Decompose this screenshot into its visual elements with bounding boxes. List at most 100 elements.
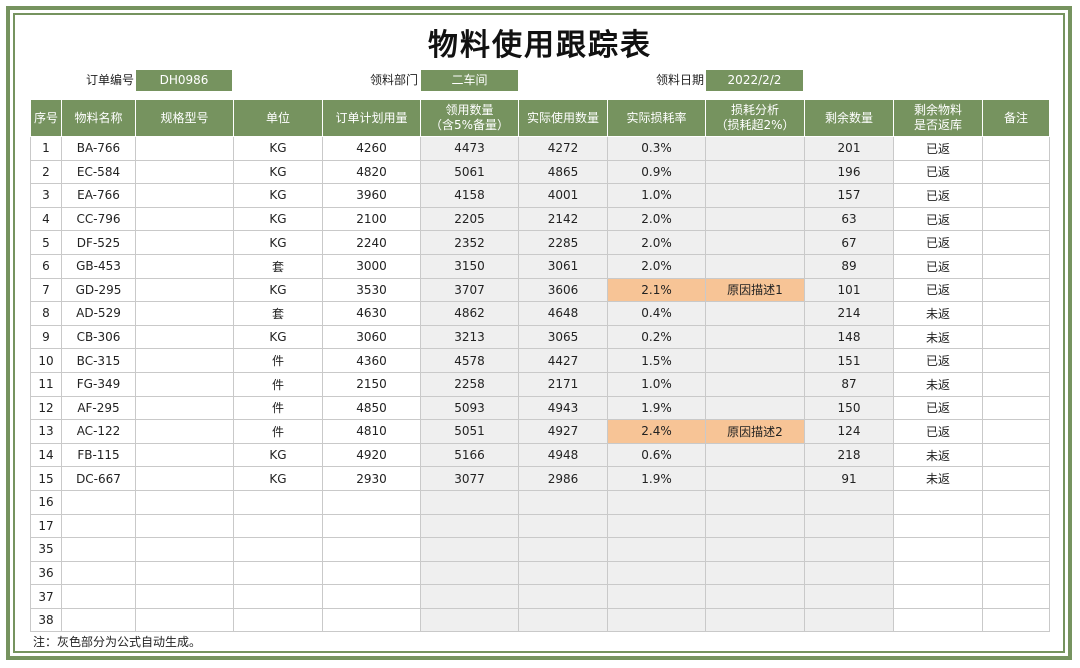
cell-name[interactable] — [61, 537, 136, 562]
cell-no[interactable]: 4 — [30, 206, 62, 232]
cell-returned[interactable]: 已返 — [893, 136, 983, 161]
cell-plan[interactable]: 2100 — [322, 206, 421, 232]
cell-unit[interactable] — [233, 560, 323, 586]
cell-issued[interactable]: 5061 — [420, 159, 519, 185]
cell-remain[interactable]: 91 — [804, 466, 894, 491]
cell-spec[interactable] — [135, 277, 234, 303]
cell-plan[interactable] — [322, 560, 421, 586]
cell-name[interactable] — [61, 513, 136, 539]
cell-remark[interactable] — [982, 206, 1050, 232]
cell-no[interactable]: 35 — [30, 537, 62, 562]
cell-remark[interactable] — [982, 348, 1050, 373]
cell-loss[interactable] — [607, 607, 706, 633]
cell-unit[interactable] — [233, 489, 323, 515]
cell-returned[interactable] — [893, 607, 983, 633]
cell-remain[interactable] — [804, 537, 894, 562]
cell-loss[interactable]: 0.9% — [607, 159, 706, 185]
cell-analysis[interactable] — [705, 136, 805, 161]
cell-analysis[interactable] — [705, 466, 805, 491]
cell-remark[interactable] — [982, 395, 1050, 421]
cell-issued[interactable]: 5051 — [420, 419, 519, 444]
cell-no[interactable]: 10 — [30, 348, 62, 373]
cell-plan[interactable] — [322, 607, 421, 633]
cell-analysis[interactable] — [705, 301, 805, 326]
cell-spec[interactable] — [135, 442, 234, 468]
cell-unit[interactable]: KG — [233, 183, 323, 208]
cell-spec[interactable] — [135, 159, 234, 185]
cell-remark[interactable] — [982, 513, 1050, 539]
cell-no[interactable]: 11 — [30, 371, 62, 397]
cell-used[interactable]: 4943 — [518, 395, 608, 421]
cell-name[interactable] — [61, 560, 136, 586]
cell-remark[interactable] — [982, 442, 1050, 468]
cell-analysis[interactable] — [705, 348, 805, 373]
cell-analysis[interactable] — [705, 324, 805, 350]
cell-plan[interactable]: 4850 — [322, 395, 421, 421]
cell-loss[interactable] — [607, 584, 706, 609]
cell-plan[interactable]: 3000 — [322, 253, 421, 279]
cell-remain[interactable]: 124 — [804, 419, 894, 444]
cell-unit[interactable]: KG — [233, 159, 323, 185]
cell-loss[interactable]: 0.6% — [607, 442, 706, 468]
cell-used[interactable]: 4427 — [518, 348, 608, 373]
cell-spec[interactable] — [135, 253, 234, 279]
cell-analysis[interactable] — [705, 513, 805, 539]
cell-name[interactable]: AD-529 — [61, 301, 136, 326]
cell-loss[interactable]: 1.9% — [607, 466, 706, 491]
cell-remark[interactable] — [982, 159, 1050, 185]
cell-spec[interactable] — [135, 489, 234, 515]
cell-analysis[interactable] — [705, 489, 805, 515]
cell-issued[interactable] — [420, 560, 519, 586]
cell-name[interactable]: AC-122 — [61, 419, 136, 444]
cell-plan[interactable] — [322, 513, 421, 539]
cell-unit[interactable] — [233, 513, 323, 539]
cell-unit[interactable]: KG — [233, 466, 323, 491]
cell-used[interactable]: 4948 — [518, 442, 608, 468]
cell-no[interactable]: 12 — [30, 395, 62, 421]
cell-remain[interactable] — [804, 560, 894, 586]
cell-used[interactable]: 2142 — [518, 206, 608, 232]
cell-issued[interactable] — [420, 584, 519, 609]
cell-remark[interactable] — [982, 466, 1050, 491]
cell-remark[interactable] — [982, 324, 1050, 350]
cell-remain[interactable]: 201 — [804, 136, 894, 161]
cell-issued[interactable]: 5166 — [420, 442, 519, 468]
cell-loss[interactable] — [607, 489, 706, 515]
cell-analysis[interactable] — [705, 371, 805, 397]
cell-no[interactable]: 38 — [30, 607, 62, 633]
cell-returned[interactable]: 未返 — [893, 301, 983, 326]
cell-returned[interactable] — [893, 584, 983, 609]
cell-analysis[interactable] — [705, 183, 805, 208]
cell-spec[interactable] — [135, 584, 234, 609]
cell-loss[interactable]: 2.0% — [607, 230, 706, 255]
cell-analysis[interactable] — [705, 159, 805, 185]
cell-returned[interactable]: 已返 — [893, 419, 983, 444]
cell-used[interactable]: 2986 — [518, 466, 608, 491]
cell-remain[interactable]: 157 — [804, 183, 894, 208]
cell-loss[interactable]: 1.0% — [607, 371, 706, 397]
cell-remain[interactable]: 150 — [804, 395, 894, 421]
order-no-value[interactable]: DH0986 — [136, 70, 232, 91]
cell-name[interactable]: BA-766 — [61, 136, 136, 161]
date-value[interactable]: 2022/2/2 — [706, 70, 803, 91]
cell-unit[interactable] — [233, 584, 323, 609]
cell-remain[interactable]: 67 — [804, 230, 894, 255]
cell-plan[interactable]: 3060 — [322, 324, 421, 350]
cell-analysis[interactable] — [705, 395, 805, 421]
cell-remark[interactable] — [982, 183, 1050, 208]
cell-issued[interactable]: 2205 — [420, 206, 519, 232]
cell-spec[interactable] — [135, 466, 234, 491]
cell-issued[interactable]: 4862 — [420, 301, 519, 326]
cell-issued[interactable] — [420, 489, 519, 515]
cell-spec[interactable] — [135, 607, 234, 633]
cell-issued[interactable]: 2258 — [420, 371, 519, 397]
cell-loss[interactable]: 1.5% — [607, 348, 706, 373]
cell-unit[interactable] — [233, 537, 323, 562]
cell-no[interactable]: 3 — [30, 183, 62, 208]
cell-used[interactable]: 3061 — [518, 253, 608, 279]
cell-issued[interactable]: 3077 — [420, 466, 519, 491]
cell-name[interactable]: FB-115 — [61, 442, 136, 468]
cell-issued[interactable]: 4158 — [420, 183, 519, 208]
cell-unit[interactable]: KG — [233, 324, 323, 350]
cell-unit[interactable]: 件 — [233, 395, 323, 421]
